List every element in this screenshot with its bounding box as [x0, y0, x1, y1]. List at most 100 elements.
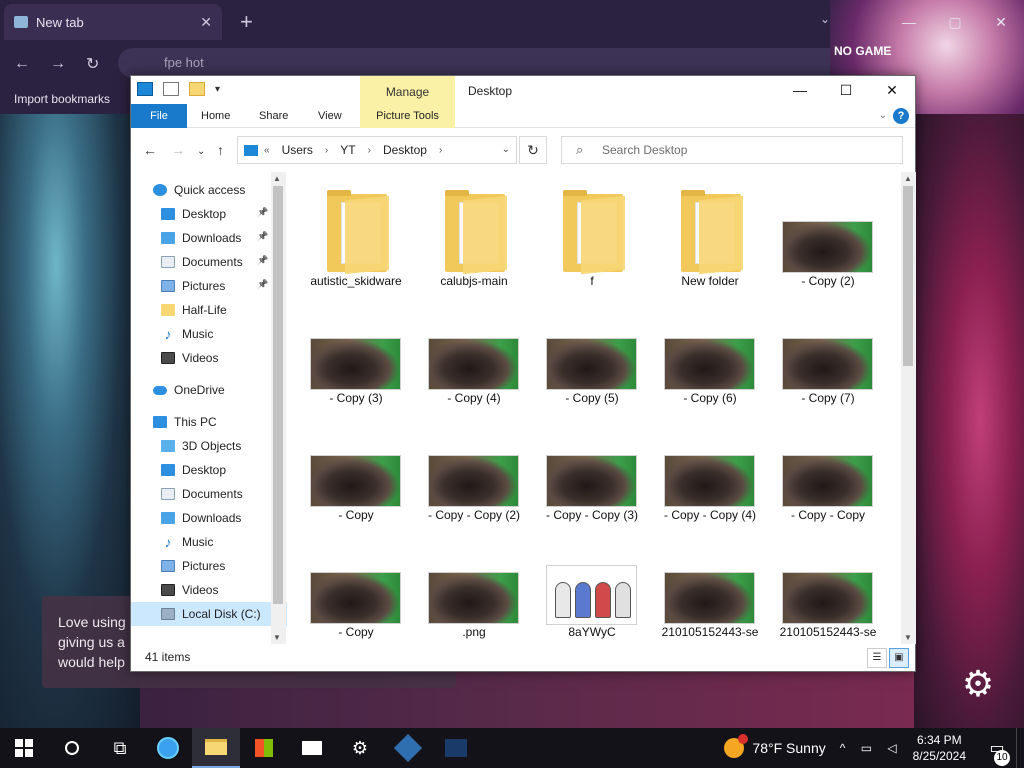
show-desktop-button[interactable] [1016, 728, 1024, 768]
properties-icon[interactable] [163, 82, 179, 96]
this-pc-icon[interactable] [137, 82, 153, 96]
nav-item[interactable]: Documents [131, 482, 287, 506]
nav-item[interactable]: ♪ Music [131, 530, 287, 554]
import-bookmarks-link[interactable]: Import bookmarks [14, 92, 110, 106]
browser-minimize-button[interactable]: — [886, 0, 932, 44]
new-tab-button[interactable]: + [240, 9, 253, 35]
file-item[interactable]: 8aYWyC [533, 531, 651, 643]
browser-back-icon[interactable]: ← [14, 55, 50, 73]
taskbar-app-3d[interactable] [384, 728, 432, 768]
large-icons-view-icon[interactable]: ▣ [889, 648, 909, 668]
address-bar[interactable]: « Users › YT › Desktop › ⌄ [237, 136, 517, 164]
tab-view[interactable]: View [318, 104, 342, 128]
weather-widget[interactable]: 78°F Sunny [752, 740, 825, 756]
explorer-titlebar[interactable]: ▾ Manage Desktop — ☐ ✕ [131, 76, 915, 104]
nav-item[interactable]: OneDrive [131, 378, 287, 402]
taskbar-app-store[interactable] [240, 728, 288, 768]
scroll-down-icon[interactable]: ▼ [273, 633, 281, 642]
taskbar-app-edge[interactable] [144, 728, 192, 768]
nav-item[interactable]: Pictures [131, 554, 287, 578]
folder-item[interactable]: f [533, 180, 651, 292]
clock[interactable]: 6:34 PM 8/25/2024 [913, 732, 966, 764]
breadcrumb-sep[interactable]: › [325, 145, 328, 156]
file-item[interactable]: - Copy (4) [415, 297, 533, 409]
browser-close-button[interactable]: ✕ [978, 0, 1024, 44]
nav-item[interactable]: 3D Objects [131, 434, 287, 458]
file-item[interactable]: .png [415, 531, 533, 643]
start-button[interactable] [0, 728, 48, 768]
file-item[interactable]: - Copy [297, 414, 415, 526]
search-input[interactable]: ⌕ Search Desktop [561, 136, 903, 164]
file-item[interactable]: 210105152443-se [769, 531, 887, 643]
file-item[interactable]: - Copy - Copy [769, 414, 887, 526]
forward-button[interactable]: → [171, 142, 185, 158]
breadcrumb-users[interactable]: Users [282, 143, 313, 157]
taskbar-app-settings[interactable]: ⚙ [336, 728, 384, 768]
customize-qat-icon[interactable]: ▾ [215, 84, 220, 95]
new-folder-icon[interactable] [189, 82, 205, 96]
file-item[interactable]: - Copy (6) [651, 297, 769, 409]
maximize-button[interactable]: ☐ [823, 76, 869, 104]
close-button[interactable]: ✕ [869, 76, 915, 104]
browser-forward-icon[interactable]: → [50, 55, 86, 73]
nav-item[interactable]: Downloads 📌 [131, 226, 287, 250]
tab-home[interactable]: Home [201, 104, 230, 128]
folder-item[interactable]: calubjs-main [415, 180, 533, 292]
taskbar-app-blank[interactable] [432, 728, 480, 768]
breadcrumb-desktop[interactable]: Desktop [383, 143, 427, 157]
scroll-down-icon[interactable]: ▼ [904, 633, 912, 642]
nav-item[interactable]: Half-Life [131, 298, 287, 322]
file-item[interactable]: - Copy - Copy (2) [415, 414, 533, 526]
browser-tab[interactable]: New tab ✕ [4, 4, 222, 40]
nav-item[interactable]: Quick access [131, 178, 287, 202]
cortana-button[interactable] [48, 728, 96, 768]
manage-context-tab[interactable]: Manage [360, 76, 455, 104]
content-scroll-thumb[interactable] [903, 186, 913, 366]
help-icon[interactable]: ? [893, 108, 909, 124]
nav-item[interactable]: Videos [131, 346, 287, 370]
nav-item[interactable]: Desktop [131, 458, 287, 482]
breadcrumb-sep[interactable]: › [439, 145, 442, 156]
content-scrollbar[interactable]: ▲ ▼ [901, 172, 916, 644]
file-item[interactable]: - Copy (3) [297, 297, 415, 409]
folder-item[interactable]: New folder [651, 180, 769, 292]
file-item[interactable]: - Copy - Copy (3) [533, 414, 651, 526]
nav-item[interactable]: Documents 📌 [131, 250, 287, 274]
back-button[interactable]: ← [143, 142, 157, 158]
weather-sun-icon[interactable] [724, 734, 749, 758]
nav-item[interactable]: Desktop 📌 [131, 202, 287, 226]
nav-item[interactable]: ♪ Music [131, 322, 287, 346]
tab-picture-tools[interactable]: Picture Tools [360, 104, 455, 128]
minimize-button[interactable]: — [777, 76, 823, 104]
browser-maximize-button[interactable]: ▢ [932, 0, 978, 44]
nav-scrollbar[interactable]: ▲ ▼ [271, 172, 286, 644]
nav-item[interactable]: Local Disk (C:) [131, 602, 287, 626]
browser-reload-icon[interactable]: ↻ [86, 54, 122, 74]
nav-item[interactable]: Videos [131, 578, 287, 602]
tray-icons[interactable]: ^ ▭ ◁ [840, 741, 903, 755]
tab-close-icon[interactable]: ✕ [200, 14, 212, 31]
recent-locations-button[interactable]: ⌄ [197, 146, 205, 157]
tab-file[interactable]: File [131, 104, 187, 128]
file-item[interactable]: 210105152443-se [651, 531, 769, 643]
breadcrumb-sep[interactable]: › [368, 145, 371, 156]
task-view-button[interactable]: ⧉ [96, 728, 144, 768]
scroll-up-icon[interactable]: ▲ [904, 174, 912, 183]
nav-item[interactable]: Pictures 📌 [131, 274, 287, 298]
address-dropdown-icon[interactable]: ⌄ [502, 144, 510, 155]
settings-gear-icon[interactable]: ⚙ [960, 666, 996, 702]
file-item[interactable]: - Copy (2) [769, 180, 887, 292]
folder-item[interactable]: autistic_skidware [297, 180, 415, 292]
expand-ribbon-icon[interactable]: ⌄ [879, 110, 887, 121]
breadcrumb-overflow[interactable]: « [264, 145, 270, 156]
file-item[interactable]: - Copy (7) [769, 297, 887, 409]
omnibox[interactable]: fpe hot [118, 48, 898, 78]
nav-item[interactable]: Downloads [131, 506, 287, 530]
nav-scroll-thumb[interactable] [273, 186, 283, 604]
refresh-button[interactable]: ↻ [519, 136, 547, 164]
file-item[interactable]: - Copy - Copy (4) [651, 414, 769, 526]
scroll-up-icon[interactable]: ▲ [273, 174, 281, 183]
taskbar-app-explorer[interactable] [192, 728, 240, 768]
file-item[interactable]: - Copy [297, 531, 415, 643]
file-item[interactable]: - Copy (5) [533, 297, 651, 409]
